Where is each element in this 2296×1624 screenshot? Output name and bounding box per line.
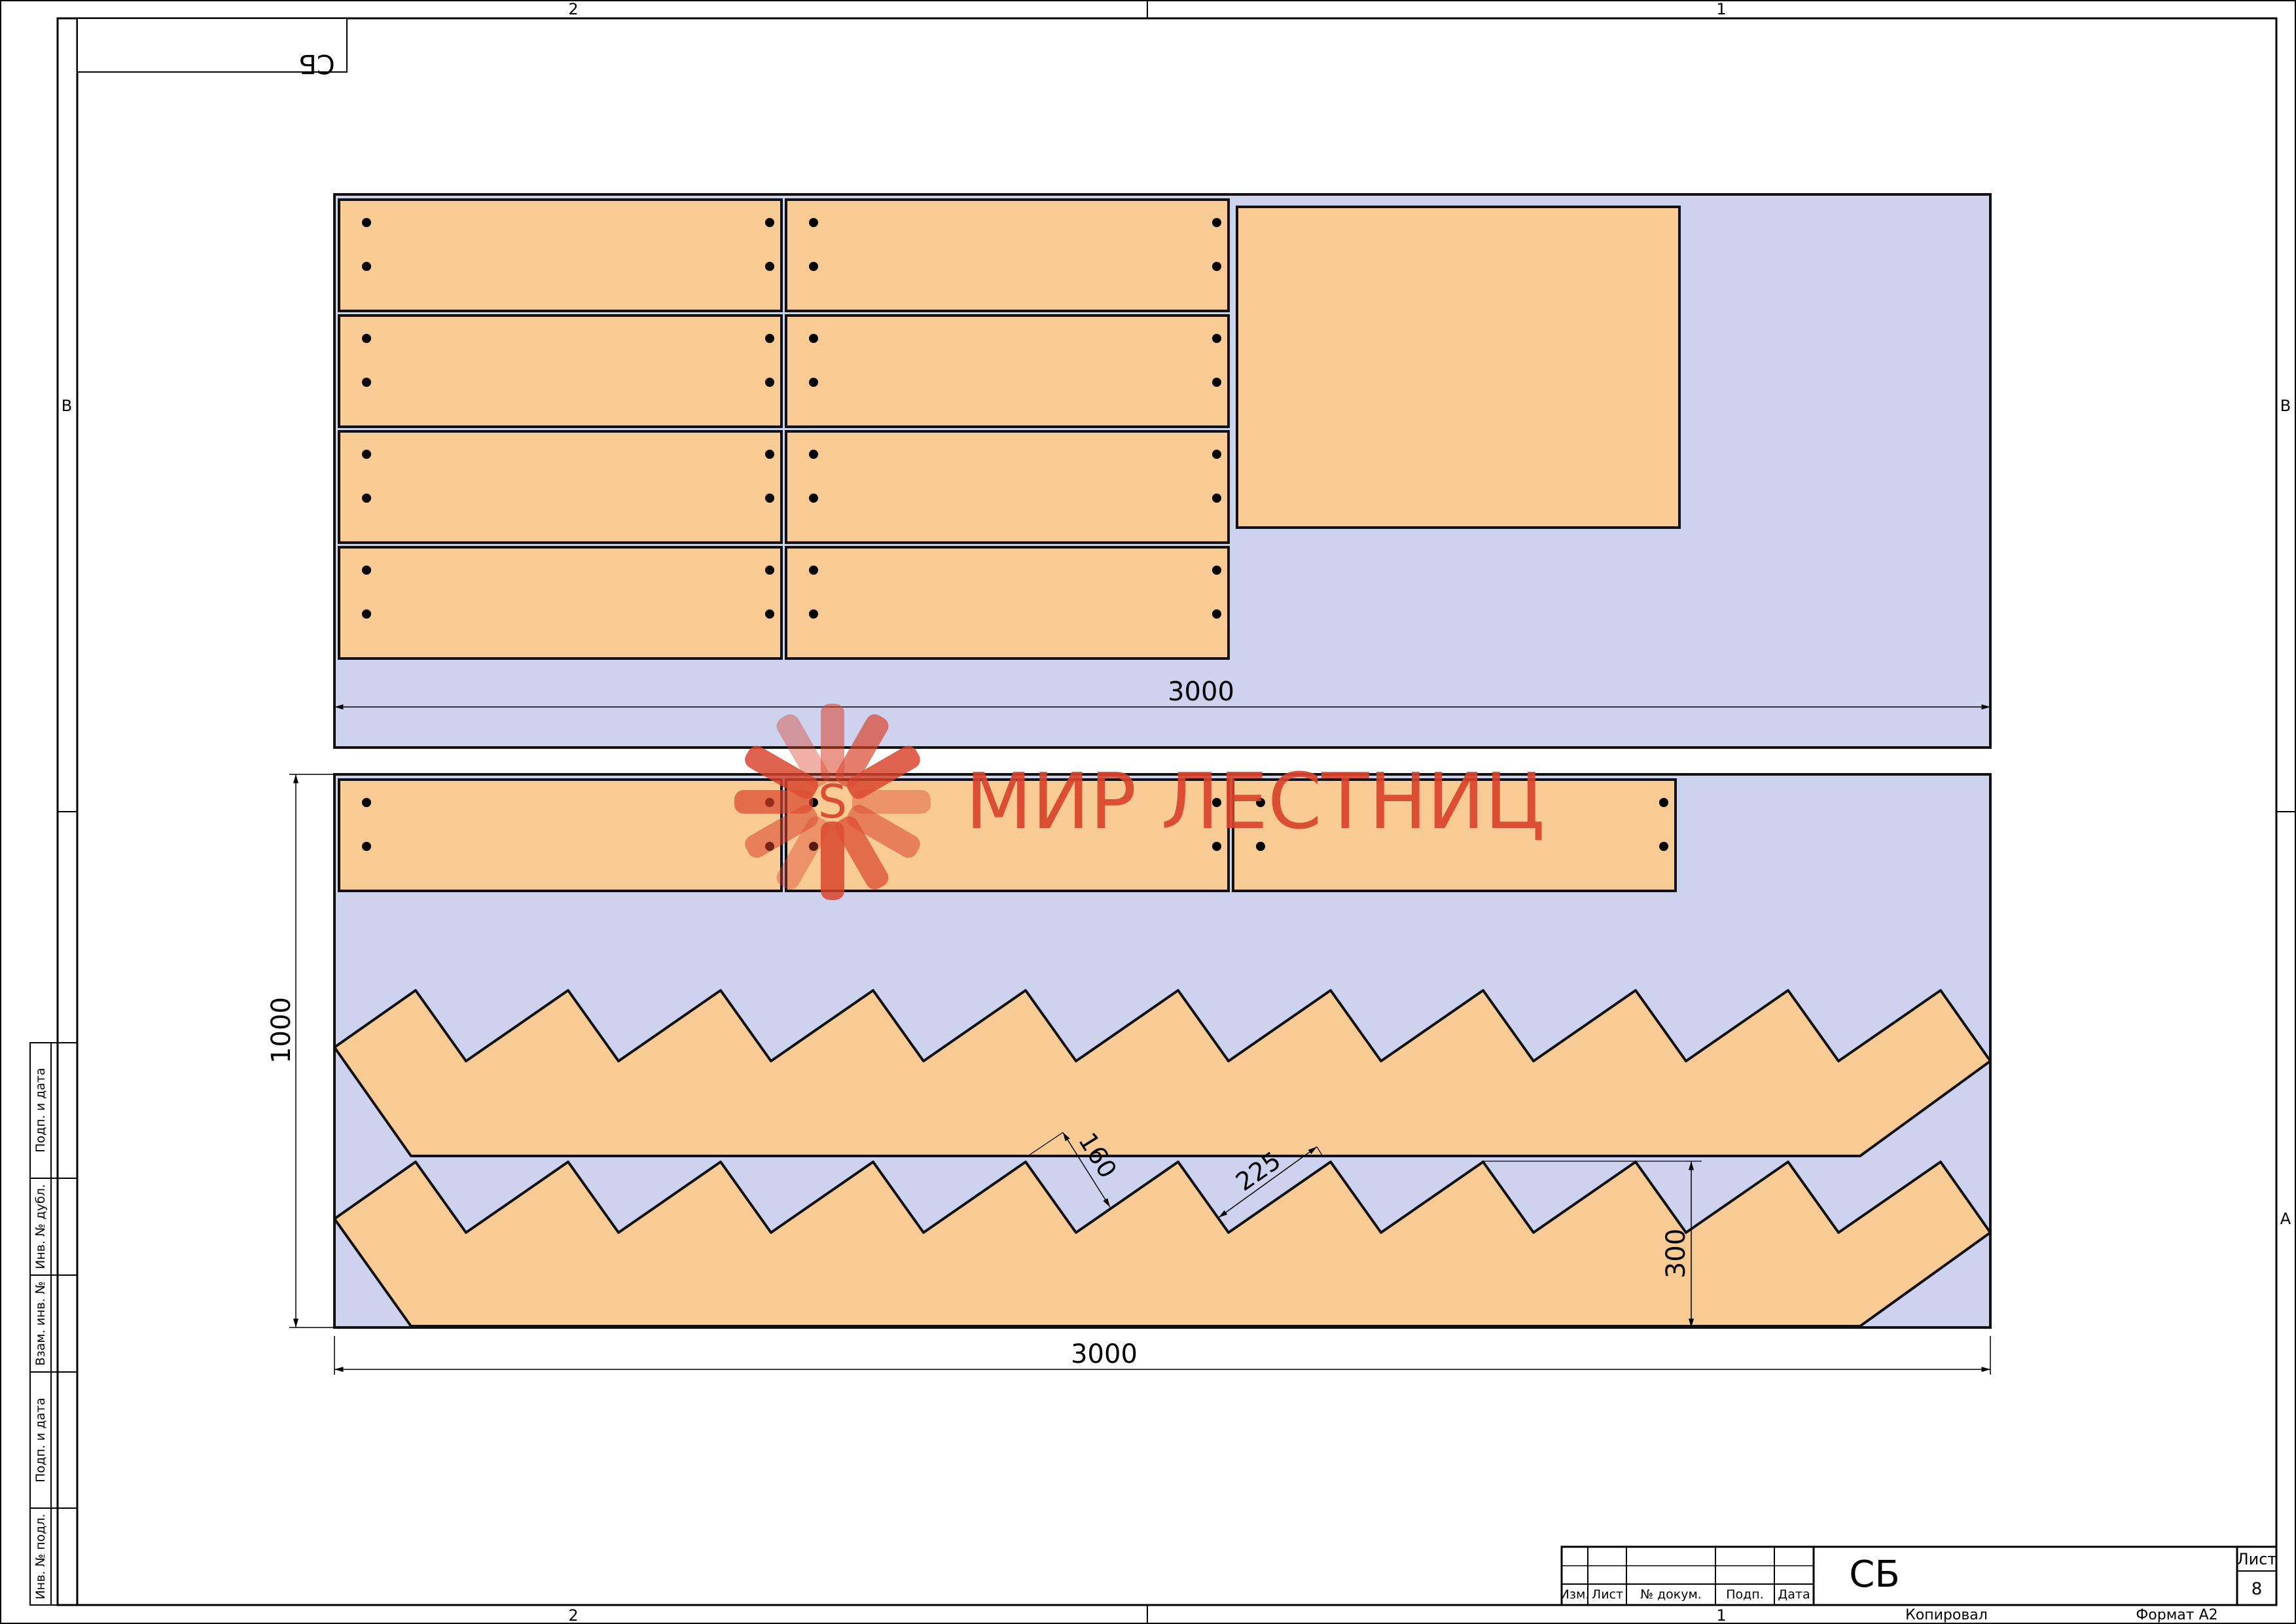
- mounting-hole: [765, 609, 774, 619]
- mounting-hole: [362, 378, 371, 387]
- mounting-hole: [809, 378, 818, 387]
- format-label: Формат А2: [2136, 1607, 2217, 1623]
- sunburst-letter: S: [818, 775, 847, 829]
- tread-part: [785, 314, 1230, 428]
- mounting-hole: [1212, 609, 1221, 619]
- material-sheet-2: 3000 1000 160 225 300: [266, 773, 1992, 1375]
- material-sheet-1: 3000: [333, 193, 1992, 749]
- mounting-hole: [362, 334, 371, 343]
- zone-label-right-a: A: [2280, 1210, 2291, 1228]
- side-stamp-label-2: Инв. № дубл.: [33, 1184, 48, 1269]
- zone-label-right-b: B: [2280, 397, 2291, 415]
- mounting-hole: [1659, 842, 1668, 851]
- side-stamp-label-3: Взам. инв. №: [33, 1281, 48, 1365]
- mounting-hole: [809, 218, 818, 227]
- copied-label: Копировал: [1905, 1607, 1988, 1623]
- title-header-date: Дата: [1778, 1587, 1810, 1602]
- mounting-hole: [809, 334, 818, 343]
- side-stamp: Подп. и дата Инв. № дубл. Взам. инв. № П…: [29, 1042, 78, 1606]
- zone-label-top-2: 2: [568, 0, 578, 18]
- stringer-height-dimension: 300: [1661, 1229, 1691, 1278]
- mounting-hole: [809, 609, 818, 619]
- mounting-hole: [765, 494, 774, 503]
- mounting-hole: [809, 262, 818, 271]
- tread-part: [338, 198, 783, 312]
- mounting-hole: [362, 842, 371, 851]
- landing-panel: [1236, 206, 1681, 529]
- mounting-hole: [1212, 262, 1221, 271]
- mounting-hole: [362, 450, 371, 459]
- mounting-hole: [765, 450, 774, 459]
- mounting-hole: [1212, 450, 1221, 459]
- tread-part: [338, 778, 783, 892]
- mirrored-stamp: СБ: [77, 18, 348, 79]
- sheet-1-width-dimension: 3000: [1168, 677, 1234, 707]
- zone-label-bottom-1: 1: [1716, 1606, 1726, 1624]
- mounting-hole: [1212, 494, 1221, 503]
- mounting-hole: [362, 566, 371, 575]
- zone-label-bottom-2: 2: [568, 1606, 578, 1624]
- sheet-2-width-dimension: 3000: [1071, 1339, 1138, 1369]
- tread-part: [785, 546, 1230, 660]
- mirrored-code: СБ: [298, 48, 334, 79]
- tread-part: [338, 314, 783, 428]
- tread-part: [785, 198, 1230, 312]
- mounting-hole: [1212, 218, 1221, 227]
- mounting-hole: [362, 494, 371, 503]
- mounting-hole: [362, 262, 371, 271]
- tread-part: [338, 546, 783, 660]
- title-header-change: Изм.: [1560, 1587, 1590, 1602]
- sheet-2-height-dimension: 1000: [266, 997, 296, 1064]
- mounting-hole: [362, 218, 371, 227]
- title-header-sheet: Лист: [1592, 1587, 1623, 1602]
- mounting-hole: [765, 262, 774, 271]
- mounting-hole: [765, 218, 774, 227]
- watermark-text: МИР ЛЕСТНИЦ: [965, 756, 1545, 846]
- title-block: Изм. Лист № докум. Подп. Дата СБ Лист 8 …: [1560, 1545, 2278, 1623]
- side-stamp-label-1: Подп. и дата: [33, 1068, 48, 1152]
- mounting-hole: [765, 378, 774, 387]
- mounting-hole: [765, 566, 774, 575]
- mounting-hole: [809, 494, 818, 503]
- sheet-number: 8: [2251, 1579, 2263, 1599]
- side-stamp-label-4: Подп. и дата: [33, 1398, 48, 1482]
- side-stamp-label-5: Инв. № подл.: [33, 1513, 48, 1599]
- mounting-hole: [362, 609, 371, 619]
- zone-label-top-1: 1: [1716, 0, 1726, 18]
- drawing-sheet: 2 1 2 1 B B A СБ Подп. и дата Инв. № дуб…: [0, 0, 2296, 1624]
- mounting-hole: [765, 334, 774, 343]
- title-header-signature: Подп.: [1726, 1587, 1764, 1602]
- mounting-hole: [1212, 378, 1221, 387]
- title-designation: СБ: [1849, 1553, 1900, 1596]
- mounting-hole: [809, 566, 818, 575]
- mounting-hole: [362, 798, 371, 807]
- tread-part: [338, 430, 783, 544]
- mounting-hole: [1212, 566, 1221, 575]
- mounting-hole: [1659, 798, 1668, 807]
- tread-part: [785, 430, 1230, 544]
- mounting-hole: [1212, 334, 1221, 343]
- sheet-label: Лист: [2237, 1550, 2277, 1568]
- title-header-doc-number: № докум.: [1640, 1587, 1702, 1602]
- zone-label-left-b: B: [62, 397, 72, 415]
- mounting-hole: [809, 450, 818, 459]
